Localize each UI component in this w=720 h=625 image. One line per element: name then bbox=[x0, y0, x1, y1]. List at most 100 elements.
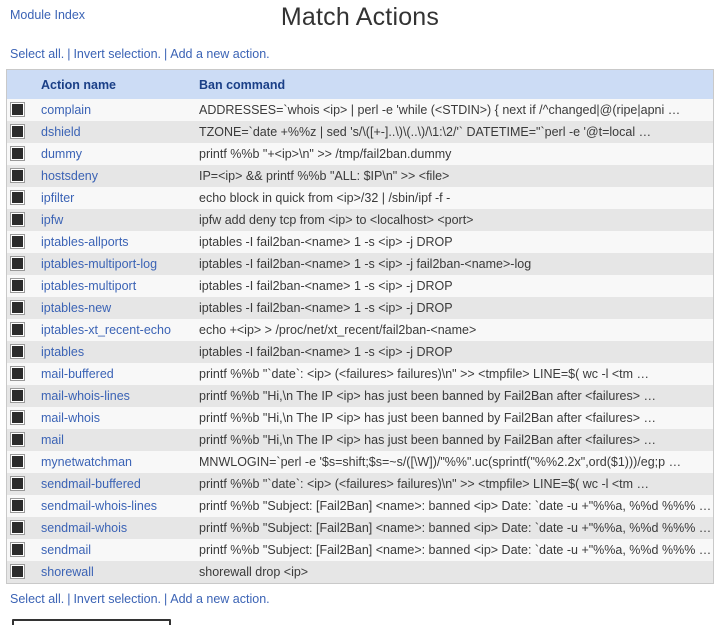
row-checkbox[interactable] bbox=[10, 564, 25, 579]
action-name-cell: iptables bbox=[37, 341, 195, 363]
row-checkbox-cell bbox=[7, 539, 37, 561]
action-name-cell: sendmail bbox=[37, 539, 195, 561]
row-checkbox[interactable] bbox=[10, 366, 25, 381]
column-header-checkbox bbox=[7, 70, 37, 99]
row-checkbox[interactable] bbox=[10, 410, 25, 425]
row-checkbox[interactable] bbox=[10, 520, 25, 535]
row-checkbox[interactable] bbox=[10, 212, 25, 227]
invert-selection-link-top[interactable]: Invert selection. bbox=[73, 47, 161, 61]
row-checkbox-cell bbox=[7, 363, 37, 385]
action-name-cell: complain bbox=[37, 99, 195, 121]
row-checkbox-cell bbox=[7, 121, 37, 143]
table-row: mynetwatchman MNWLOGIN=`perl -e '$s=shift… bbox=[7, 451, 713, 473]
action-name-link[interactable]: sendmail bbox=[41, 543, 91, 557]
action-name-cell: iptables-new bbox=[37, 297, 195, 319]
table-row: hostsdeny IP=<ip> && printf %%b "ALL: $IP… bbox=[7, 165, 713, 187]
action-name-link[interactable]: sendmail-whois bbox=[41, 521, 127, 535]
ban-command-cell: printf %%b "Hi,\n The IP <ip> has just b… bbox=[199, 433, 657, 447]
action-name-cell: dshield bbox=[37, 121, 195, 143]
row-checkbox[interactable] bbox=[10, 234, 25, 249]
action-name-link[interactable]: iptables-multiport-log bbox=[41, 257, 157, 271]
action-name-link[interactable]: ipfilter bbox=[41, 191, 74, 205]
action-name-link[interactable]: iptables-multiport bbox=[41, 279, 136, 293]
row-checkbox-cell bbox=[7, 429, 37, 451]
action-name-cell: hostsdeny bbox=[37, 165, 195, 187]
ban-command-cell: TZONE=`date +%%z | sed 's/\([+-]..\)\(..… bbox=[199, 125, 652, 139]
row-checkbox[interactable] bbox=[10, 344, 25, 359]
row-checkbox[interactable] bbox=[10, 278, 25, 293]
ban-command-cell: MNWLOGIN=`perl -e '$s=shift;$s=~s/([\W])… bbox=[199, 455, 682, 469]
row-checkbox[interactable] bbox=[10, 146, 25, 161]
action-name-cell: ipfw bbox=[37, 209, 195, 231]
table-row: sendmail-buffered printf %%b "`date`: <ip… bbox=[7, 473, 713, 495]
table-row: iptables-allports iptables -I fail2ban-<n… bbox=[7, 231, 713, 253]
select-all-link-top[interactable]: Select all. bbox=[10, 47, 64, 61]
action-name-link[interactable]: iptables-new bbox=[41, 301, 111, 315]
row-checkbox[interactable] bbox=[10, 124, 25, 139]
ban-command-cell: printf %%b "Subject: [Fail2Ban] <name>: … bbox=[199, 543, 712, 557]
action-name-cell: mail-whois bbox=[37, 407, 195, 429]
top-bar: Module Index Match Actions bbox=[0, 0, 720, 34]
ban-command-cell: IP=<ip> && printf %%b "ALL: $IP\n" >> <f… bbox=[199, 169, 450, 183]
select-all-link-bottom[interactable]: Select all. bbox=[10, 592, 64, 606]
row-checkbox-cell bbox=[7, 319, 37, 341]
row-checkbox[interactable] bbox=[10, 476, 25, 491]
action-name-link[interactable]: dshield bbox=[41, 125, 81, 139]
footer-button-row: Delete Selected Actions bbox=[0, 615, 720, 625]
action-name-link[interactable]: hostsdeny bbox=[41, 169, 98, 183]
action-name-link[interactable]: ipfw bbox=[41, 213, 63, 227]
row-checkbox-cell bbox=[7, 407, 37, 429]
table-row: iptables iptables -I fail2ban-<name> 1 -s… bbox=[7, 341, 713, 363]
action-name-link[interactable]: mail-whois-lines bbox=[41, 389, 130, 403]
ban-command-cell: printf %%b "Hi,\n The IP <ip> has just b… bbox=[199, 389, 657, 403]
action-name-link[interactable]: complain bbox=[41, 103, 91, 117]
table-row: dshield TZONE=`date +%%z | sed 's/\([+-].… bbox=[7, 121, 713, 143]
row-checkbox[interactable] bbox=[10, 168, 25, 183]
ban-command-cell: ipfw add deny tcp from <ip> to <localhos… bbox=[199, 213, 474, 227]
row-checkbox[interactable] bbox=[10, 190, 25, 205]
add-new-action-link-bottom[interactable]: Add a new action. bbox=[170, 592, 269, 606]
row-checkbox[interactable] bbox=[10, 432, 25, 447]
add-new-action-link-top[interactable]: Add a new action. bbox=[170, 47, 269, 61]
action-name-link[interactable]: shorewall bbox=[41, 565, 94, 579]
bottom-action-links: Select all. | Invert selection. | Add a new … bbox=[0, 589, 720, 609]
action-name-link[interactable]: mail-whois bbox=[41, 411, 100, 425]
link-separator: | bbox=[164, 592, 168, 606]
action-name-link[interactable]: iptables-xt_recent-echo bbox=[41, 323, 171, 337]
action-name-link[interactable]: sendmail-buffered bbox=[41, 477, 141, 491]
action-name-link[interactable]: dummy bbox=[41, 147, 82, 161]
action-name-link[interactable]: mail bbox=[41, 433, 64, 447]
action-name-cell: shorewall bbox=[37, 561, 195, 583]
action-name-link[interactable]: sendmail-whois-lines bbox=[41, 499, 157, 513]
action-name-link[interactable]: iptables bbox=[41, 345, 84, 359]
row-checkbox[interactable] bbox=[10, 542, 25, 557]
ban-command-cell: iptables -I fail2ban-<name> 1 -s <ip> -j… bbox=[199, 345, 453, 359]
ban-command-cell: printf %%b "Subject: [Fail2Ban] <name>: … bbox=[199, 521, 712, 535]
column-header-ban-command: Ban command bbox=[195, 70, 713, 99]
row-checkbox-cell bbox=[7, 517, 37, 539]
row-checkbox[interactable] bbox=[10, 300, 25, 315]
row-checkbox[interactable] bbox=[10, 256, 25, 271]
invert-selection-link-bottom[interactable]: Invert selection. bbox=[73, 592, 161, 606]
actions-table-container: Action name Ban command complain ADDRESSE… bbox=[6, 69, 714, 584]
ban-command-cell: printf %%b "Subject: [Fail2Ban] <name>: … bbox=[199, 499, 712, 513]
row-checkbox[interactable] bbox=[10, 498, 25, 513]
module-index-link[interactable]: Module Index bbox=[10, 8, 85, 22]
row-checkbox[interactable] bbox=[10, 322, 25, 337]
column-header-action-name: Action name bbox=[37, 70, 195, 99]
row-checkbox[interactable] bbox=[10, 454, 25, 469]
action-name-cell: iptables-multiport-log bbox=[37, 253, 195, 275]
action-name-link[interactable]: mail-buffered bbox=[41, 367, 114, 381]
delete-selected-actions-button[interactable]: Delete Selected Actions bbox=[12, 619, 172, 625]
action-name-link[interactable]: mynetwatchman bbox=[41, 455, 132, 469]
actions-table-body: complain ADDRESSES=`whois <ip> | perl -e … bbox=[7, 99, 713, 583]
action-name-cell: mail-buffered bbox=[37, 363, 195, 385]
table-row: iptables-multiport-log iptables -I fail2b… bbox=[7, 253, 713, 275]
row-checkbox[interactable] bbox=[10, 102, 25, 117]
row-checkbox-cell bbox=[7, 187, 37, 209]
table-row: mail-buffered printf %%b "`date`: <ip> (<… bbox=[7, 363, 713, 385]
action-name-link[interactable]: iptables-allports bbox=[41, 235, 129, 249]
action-name-cell: sendmail-whois-lines bbox=[37, 495, 195, 517]
row-checkbox[interactable] bbox=[10, 388, 25, 403]
table-row: sendmail-whois-lines printf %%b "Subject:… bbox=[7, 495, 713, 517]
